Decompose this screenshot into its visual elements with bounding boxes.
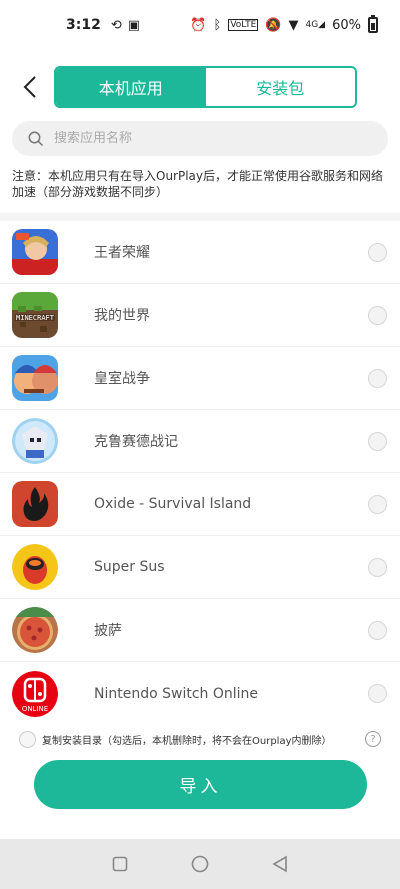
app-row[interactable]: MINECRAFT 我的世界 <box>0 284 400 347</box>
back-nav-button[interactable] <box>240 839 320 889</box>
copy-install-dir-label: 复制安装目录（勾选后，本机删除时，将不会在Ourplay内删除） <box>42 735 332 747</box>
screen: 3:12 ⟲ ▣ ⏰ ᛒ VoLTE 🔕 ▼ 4G◢ 60% 本机应用 安装包 <box>0 0 400 889</box>
search-bar <box>12 121 388 156</box>
clash-royale-icon <box>12 355 58 401</box>
crusaders-quest-icon <box>12 418 58 464</box>
battery-fill <box>371 22 375 30</box>
home-button[interactable] <box>160 839 240 889</box>
app-name: 王者荣耀 <box>94 245 150 261</box>
pizza-icon <box>12 607 58 653</box>
recents-button[interactable] <box>80 839 160 889</box>
app-name: 我的世界 <box>94 308 150 324</box>
nintendo-switch-online-icon: ONLINE <box>12 670 58 717</box>
battery-percent: 60% <box>332 17 361 33</box>
tab-local-apps[interactable]: 本机应用 <box>56 68 206 106</box>
back-arrow-icon <box>23 76 36 98</box>
app-row[interactable]: 克鲁赛德战记 <box>0 410 400 473</box>
copy-install-dir-option: 复制安装目录（勾选后，本机删除时，将不会在Ourplay内删除） ? <box>19 728 381 750</box>
help-icon[interactable]: ? <box>365 731 381 747</box>
super-sus-icon <box>12 544 58 590</box>
honor-of-kings-icon <box>12 229 58 275</box>
select-radio[interactable] <box>368 243 387 262</box>
notice-text: 注意：本机应用只有在导入OurPlay后，才能正常使用谷歌服务和网络加速（部分游… <box>12 169 384 199</box>
alarm-icon: ⏰ <box>190 17 207 33</box>
select-radio[interactable] <box>368 558 387 577</box>
volte-icon: VoLTE <box>228 19 259 31</box>
select-radio[interactable] <box>368 369 387 388</box>
minecraft-icon: MINECRAFT <box>12 292 58 338</box>
app-name: 皇室战争 <box>94 371 150 387</box>
battery-icon <box>368 15 378 33</box>
status-bar: 3:12 ⟲ ▣ ⏰ ᛒ VoLTE 🔕 ▼ 4G◢ 60% <box>0 0 400 50</box>
app-row[interactable]: Oxide - Survival Island <box>0 473 400 536</box>
network-label: 4G <box>305 20 319 30</box>
circle-icon <box>191 855 209 873</box>
app-name: Nintendo Switch Online <box>94 685 259 702</box>
status-time: 3:12 <box>66 17 101 33</box>
tab-group: 本机应用 安装包 <box>54 66 357 108</box>
triangle-back-icon <box>272 855 287 873</box>
status-right: ⏰ ᛒ VoLTE 🔕 ▼ 4G◢ 60% <box>190 15 378 33</box>
app-list: 王者荣耀 MINECRAFT 我的世界 皇室战争 克鲁赛德战记 Oxide - … <box>0 221 400 725</box>
app-row[interactable]: Super Sus <box>0 536 400 599</box>
copy-install-dir-checkbox[interactable] <box>19 730 36 748</box>
import-button[interactable]: 导入 <box>34 760 367 809</box>
search-icon <box>28 131 44 146</box>
app-name: Oxide - Survival Island <box>94 496 252 512</box>
mute-icon: 🔕 <box>265 17 282 33</box>
bluetooth-icon: ᛒ <box>213 17 222 33</box>
image-icon: ▣ <box>127 17 141 33</box>
select-radio[interactable] <box>368 306 387 325</box>
app-row[interactable]: 皇室战争 <box>0 347 400 410</box>
select-radio[interactable] <box>368 432 387 451</box>
oxide-icon <box>12 481 58 527</box>
tab-install-packages[interactable]: 安装包 <box>205 68 355 106</box>
app-row[interactable]: 王者荣耀 <box>0 221 400 284</box>
app-name: Super Sus <box>94 559 165 575</box>
app-row[interactable]: 披萨 <box>0 599 400 662</box>
search-input[interactable] <box>54 131 354 146</box>
app-name: 克鲁赛德战记 <box>94 434 178 450</box>
square-icon <box>112 856 128 872</box>
nav-bar <box>0 839 400 889</box>
svg-text:MINECRAFT: MINECRAFT <box>16 314 55 322</box>
header: 本机应用 安装包 <box>0 66 400 108</box>
sync-icon: ⟲ <box>110 17 122 33</box>
app-row[interactable]: ONLINE Nintendo Switch Online <box>0 662 400 725</box>
app-name: 披萨 <box>94 623 122 639</box>
wifi-icon: ▼ <box>288 17 299 33</box>
divider <box>0 213 400 221</box>
back-button[interactable] <box>16 72 44 102</box>
select-radio[interactable] <box>368 621 387 640</box>
signal-icon: 4G◢ <box>305 20 326 30</box>
select-radio[interactable] <box>368 684 387 703</box>
svg-text:ONLINE: ONLINE <box>22 705 48 713</box>
select-radio[interactable] <box>368 495 387 514</box>
